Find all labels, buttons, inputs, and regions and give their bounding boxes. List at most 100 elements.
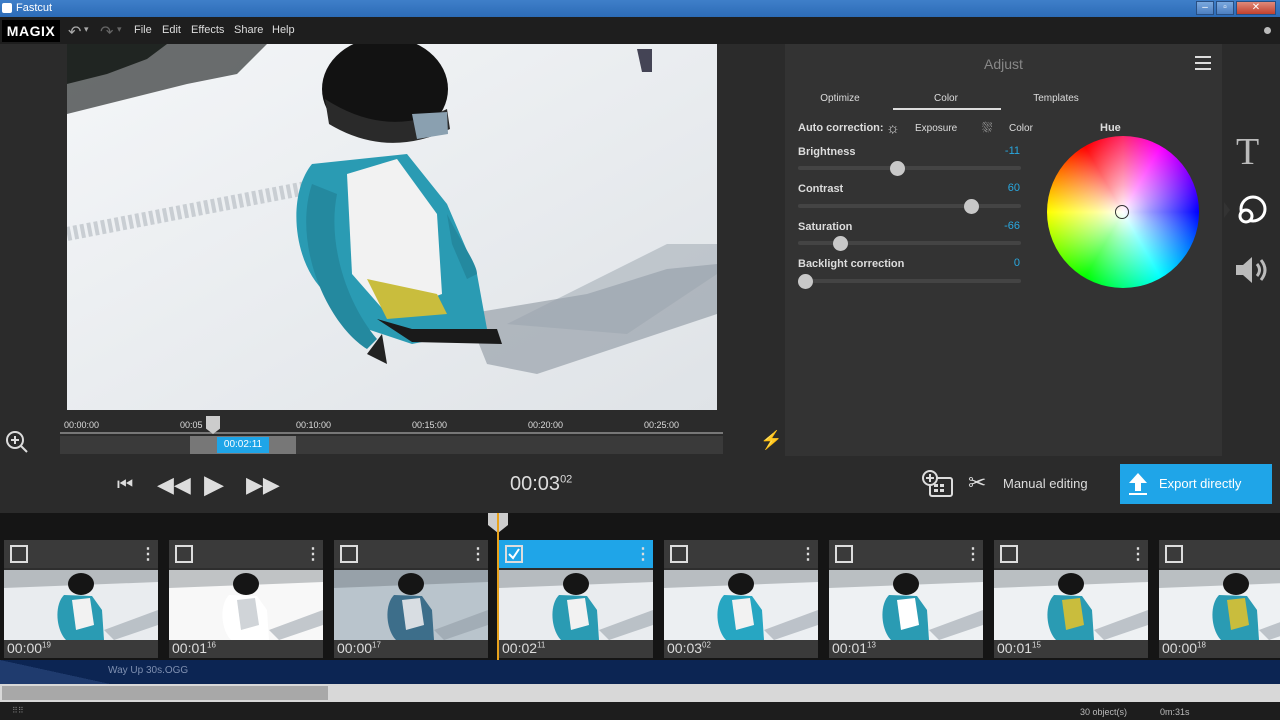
- audio-fade-in: [0, 660, 110, 684]
- clip-more-options-icon[interactable]: ⋮: [965, 544, 981, 564]
- brightness-slider-knob[interactable]: [889, 161, 905, 176]
- clip-duration: 00:0116: [172, 640, 216, 656]
- contrast-slider-knob[interactable]: [964, 199, 980, 214]
- ruler-tick-label: 00:15:00: [412, 420, 448, 430]
- clip-checkbox[interactable]: [340, 545, 358, 563]
- clip-more-options-icon[interactable]: ⋮: [1130, 544, 1146, 564]
- clip-checkbox[interactable]: [1165, 545, 1183, 563]
- export-directly-label: Export directly: [1159, 476, 1242, 491]
- manual-editing-label: Manual editing: [1003, 476, 1088, 491]
- clip-item[interactable]: ⋮ 00:0019: [4, 540, 158, 658]
- contrast-value: 60: [1007, 182, 1020, 194]
- play-icon[interactable]: ▶: [204, 469, 224, 500]
- maximize-button[interactable]: ▫: [1216, 1, 1234, 15]
- color-drop-icon[interactable]: ⛆: [982, 120, 992, 136]
- clip-more-options-icon[interactable]: ⋮: [470, 544, 486, 564]
- auto-exposure-button[interactable]: Exposure: [915, 123, 957, 134]
- clip-duration: 00:0017: [337, 640, 381, 656]
- clip-checkbox[interactable]: [1000, 545, 1018, 563]
- status-dot-icon: [1264, 27, 1271, 34]
- clip-checkbox[interactable]: [835, 545, 853, 563]
- clip-checkbox[interactable]: [505, 545, 523, 563]
- menu-share[interactable]: Share: [234, 24, 263, 36]
- clip-thumbnail: [499, 570, 653, 640]
- scrollbar-thumb[interactable]: [2, 686, 328, 700]
- ruler-tick-label: 00:05: [180, 420, 203, 430]
- clip-more-options-icon[interactable]: ⋮: [140, 544, 156, 564]
- clip-more-options-icon[interactable]: ⋮: [800, 544, 816, 564]
- ruler-position-badge: 00:02:11: [217, 437, 269, 453]
- video-frame-image: [67, 44, 717, 410]
- clip-item[interactable]: ⋮ 00:0113: [829, 540, 983, 658]
- lightning-icon[interactable]: ⚡: [760, 430, 782, 451]
- clip-duration: 00:0113: [832, 640, 876, 656]
- clip-checkbox[interactable]: [670, 545, 688, 563]
- manual-editing-button[interactable]: ✂ Manual editing: [968, 468, 1108, 500]
- auto-color-button[interactable]: Color: [1009, 123, 1033, 134]
- menu-file[interactable]: File: [134, 24, 152, 36]
- close-button[interactable]: ✕: [1236, 1, 1276, 15]
- active-indicator-arrow: [1224, 202, 1230, 218]
- resize-grip-icon[interactable]: ⠿⠿: [12, 706, 24, 715]
- text-title-icon[interactable]: T: [1236, 130, 1259, 174]
- ruler-tick-label: 00:25:00: [644, 420, 680, 430]
- backlight-correction-label: Backlight correction: [798, 258, 905, 270]
- clip-thumbnail: [1159, 570, 1280, 640]
- clip-checkbox[interactable]: [175, 545, 193, 563]
- rewind-icon[interactable]: ◀◀: [157, 472, 191, 498]
- upload-icon: [1128, 472, 1148, 496]
- audio-track[interactable]: Way Up 30s.OGG: [0, 660, 1280, 684]
- backlight-correction-slider[interactable]: [798, 279, 1021, 283]
- hamburger-menu-icon[interactable]: [1195, 56, 1211, 70]
- clip-more-options-icon[interactable]: ⋮: [305, 544, 321, 564]
- clip-thumbnail: [829, 570, 983, 640]
- adjust-panel: Adjust Optimize Color Templates Auto cor…: [785, 44, 1222, 456]
- audio-volume-icon[interactable]: [1234, 254, 1270, 286]
- tab-color[interactable]: Color: [891, 93, 1001, 104]
- zoom-in-icon[interactable]: [5, 430, 29, 454]
- status-bar: ⠿⠿ 30 object(s) 0m:31s: [0, 702, 1280, 720]
- brightness-slider[interactable]: [798, 166, 1021, 170]
- clip-item[interactable]: ⋮ 00:0211: [499, 540, 653, 658]
- clip-item[interactable]: ⋮ 00:0302: [664, 540, 818, 658]
- clip-item[interactable]: ⋮ 00:0017: [334, 540, 488, 658]
- menu-help[interactable]: Help: [272, 24, 295, 36]
- tab-templates[interactable]: Templates: [1001, 93, 1111, 104]
- redo-dropdown-icon[interactable]: ▾: [117, 24, 122, 35]
- clip-item[interactable]: ⋮ 00:0116: [169, 540, 323, 658]
- hue-picker-handle[interactable]: [1115, 205, 1129, 219]
- menu-effects[interactable]: Effects: [191, 24, 224, 36]
- clip-item[interactable]: ⋮ 00:0115: [994, 540, 1148, 658]
- minimize-button[interactable]: –: [1196, 1, 1214, 15]
- clip-thumbnail: [169, 570, 323, 640]
- export-directly-button[interactable]: Export directly: [1120, 464, 1272, 504]
- redo-icon[interactable]: ↷: [100, 22, 113, 42]
- clip-item[interactable]: ⋮00:0018: [1159, 540, 1280, 658]
- magix-logo: MAGIX: [2, 20, 60, 42]
- color-adjust-icon[interactable]: [1236, 194, 1268, 226]
- timeline-ruler[interactable]: 00:00:00 00:05 00:10:00 00:15:00 00:20:0…: [60, 410, 723, 456]
- timecode-frames: 02: [560, 473, 573, 486]
- hue-color-wheel[interactable]: [1047, 136, 1199, 288]
- video-preview[interactable]: [67, 44, 717, 410]
- contrast-slider[interactable]: [798, 204, 1021, 208]
- exposure-sun-icon[interactable]: ☼: [886, 120, 900, 137]
- undo-icon[interactable]: ↶: [68, 22, 81, 42]
- backlight-correction-slider-knob[interactable]: [798, 274, 813, 289]
- clip-duration: 00:0211: [502, 640, 546, 656]
- fast-forward-icon[interactable]: ▶▶: [246, 472, 280, 498]
- timecode-main: 00:03: [510, 473, 561, 495]
- skip-to-start-icon[interactable]: ⏮: [117, 474, 133, 495]
- ruler-tick-label: 00:00:00: [64, 420, 100, 430]
- horizontal-scrollbar[interactable]: [0, 684, 1280, 702]
- clip-checkbox[interactable]: [10, 545, 28, 563]
- menu-edit[interactable]: Edit: [162, 24, 181, 36]
- app-icon: [2, 3, 12, 13]
- add-media-icon[interactable]: [922, 469, 954, 499]
- clip-more-options-icon[interactable]: ⋮: [635, 544, 651, 564]
- undo-dropdown-icon[interactable]: ▾: [84, 24, 89, 35]
- saturation-slider-knob[interactable]: [833, 236, 849, 251]
- tab-optimize[interactable]: Optimize: [785, 93, 895, 104]
- saturation-slider[interactable]: [798, 241, 1021, 245]
- auto-correction-label: Auto correction:: [798, 122, 884, 134]
